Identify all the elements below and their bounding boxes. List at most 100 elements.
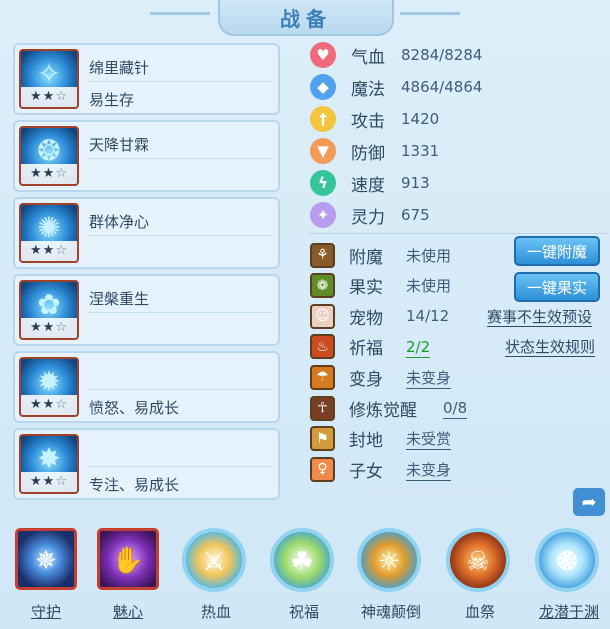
buff-value-wrap: 2/2: [406, 337, 431, 358]
stat-value: 913: [401, 174, 430, 192]
sword-icon: †: [310, 106, 336, 132]
shield-icon: ▼: [310, 138, 336, 164]
soul-swap-icon: ☼: [357, 528, 421, 592]
buff-row: ⚘ 附魔 未使用: [310, 240, 451, 270]
guard-orb-icon: ✵: [15, 528, 77, 590]
star-filled-icon: ★: [30, 89, 43, 104]
pray-icon: ♨: [310, 334, 335, 360]
buff-value-wrap: 未受赏: [406, 428, 452, 451]
skill-dock: ✵ 守护 ✋ 魅心 ⚔ 热血 ☘ 祝福 ☼ 神魂颠倒 ☠ 血祭 ❂ 龙潜于渊: [0, 522, 610, 629]
preset-link[interactable]: 赛事不生效预设: [487, 308, 593, 327]
divider: [87, 81, 272, 82]
star-rating: ★★☆: [21, 241, 77, 261]
skill-card[interactable]: ❂ ★★☆ 天降甘霖: [13, 120, 280, 192]
dock-skill[interactable]: ☼ 神魂颠倒: [355, 522, 427, 629]
buff-value[interactable]: 未变身: [406, 368, 452, 389]
buff-label: 子女: [349, 461, 383, 482]
blood-sacrifice-icon: ☠: [446, 528, 510, 592]
skill-description: 愤怒、易成长: [89, 399, 180, 417]
buff-value-wrap: 未使用: [406, 245, 451, 266]
stat-row: ◆ 魔法 4864/4864: [310, 72, 482, 102]
buff-value[interactable]: 2/2: [406, 337, 431, 358]
hot-blood-icon: ⚔: [182, 528, 246, 592]
star-filled-icon: ★: [42, 243, 56, 258]
dock-label: 祝福: [288, 603, 319, 621]
star-rating: ★★☆: [21, 395, 77, 415]
stat-value: 1331: [401, 142, 440, 160]
dock-skill[interactable]: ⚔ 热血: [180, 522, 252, 629]
buff-row: ❁ 果实 未使用: [310, 271, 451, 301]
stat-label: 速度: [351, 175, 385, 196]
skill-card[interactable]: ✿ ★★☆ 涅槃重生: [13, 274, 280, 346]
skill-description: 专注、易成长: [89, 476, 180, 494]
buff-row: ☂ 变身 未变身: [310, 362, 452, 392]
skill-card[interactable]: ✧ ★★☆ 绵里藏针 易生存: [13, 43, 280, 115]
divider: [87, 235, 272, 236]
dock-label: 魅心: [112, 603, 143, 621]
stat-value: 675: [401, 206, 430, 224]
buff-value[interactable]: 未变身: [406, 460, 452, 481]
star-empty-icon: ☆: [55, 397, 68, 412]
one-click-enchant-button[interactable]: 一键附魔: [514, 236, 600, 266]
buff-row: ☺ 宠物 14/12: [310, 301, 449, 331]
buff-value[interactable]: 未受赏: [406, 430, 452, 451]
star-filled-icon: ★: [42, 474, 56, 489]
dock-label: 神魂颠倒: [360, 603, 421, 621]
dock-skill[interactable]: ✋ 魅心: [92, 522, 164, 629]
star-filled-icon: ★: [42, 320, 56, 335]
diamond-icon: ◆: [310, 74, 336, 100]
purify-skill-icon: ✺ ★★☆: [19, 203, 79, 263]
skill-name: 绵里藏针: [89, 59, 150, 77]
star-empty-icon: ☆: [55, 320, 68, 335]
star-filled-icon: ★: [30, 474, 43, 489]
stat-row: ▼ 防御 1331: [310, 136, 439, 166]
dock-label: 守护: [30, 603, 61, 621]
pet-portrait-icon: ☺: [310, 303, 335, 329]
buff-label: 变身: [349, 369, 383, 390]
focus-skill-icon: ✸ ★★☆: [19, 434, 79, 494]
star-filled-icon: ★: [42, 89, 56, 104]
rage-skill-icon: ✹ ★★☆: [19, 357, 79, 417]
needle-skill-icon: ✧ ★★☆: [19, 49, 79, 109]
blessing-icon: ☘: [270, 528, 334, 592]
stat-value: 4864/4864: [401, 78, 483, 96]
charm-hand-icon: ✋: [97, 528, 159, 590]
buff-value[interactable]: 未使用: [406, 277, 451, 295]
star-filled-icon: ★: [42, 166, 56, 181]
buff-value[interactable]: 0/8: [443, 399, 468, 419]
star-rating: ★★☆: [21, 164, 77, 184]
title-bar: 战备: [218, 0, 394, 36]
dock-label: 龙潜于渊: [538, 603, 599, 621]
stat-row: ✦ 灵力 675: [310, 200, 430, 230]
star-rating: ★★☆: [21, 318, 77, 338]
stat-row: ♥ 气血 8284/8284: [310, 40, 482, 70]
star-filled-icon: ★: [30, 320, 43, 335]
divider: [87, 158, 272, 159]
divider: [87, 466, 272, 467]
skill-card[interactable]: ✺ ★★☆ 群体净心: [13, 197, 280, 269]
skill-card[interactable]: ✹ ★★☆ 愤怒、易成长: [13, 351, 280, 423]
dock-label: 血祭: [464, 603, 495, 621]
share-icon[interactable]: ➦: [573, 488, 605, 516]
battle-prep-panel: 战备 ✧ ★★☆ 绵里藏针 易生存 ❂ ★★☆ 天降甘霖 ✺ ★★☆ 群体净心 ✿ ★★☆ 涅槃重生 ✹ ★…: [0, 0, 610, 629]
stat-label: 攻击: [351, 111, 385, 132]
buff-value[interactable]: 14/12: [406, 307, 449, 325]
rules-link[interactable]: 状态生效规则: [505, 338, 596, 357]
dock-skill[interactable]: ✵ 守护: [10, 522, 82, 629]
star-rating: ★★☆: [21, 472, 77, 492]
buff-value[interactable]: 未使用: [406, 247, 451, 265]
buff-label: 宠物: [349, 308, 383, 329]
enchant-icon: ⚘: [310, 242, 335, 268]
skill-card[interactable]: ✸ ★★☆ 专注、易成长: [13, 428, 280, 500]
one-click-fruit-button[interactable]: 一键果实: [514, 272, 600, 302]
divider: [308, 233, 608, 234]
sparkle-icon: ✦: [310, 202, 336, 228]
fief-icon: ⚑: [310, 426, 335, 452]
stat-label: 灵力: [351, 207, 385, 228]
dock-skill[interactable]: ❂ 龙潜于渊: [533, 522, 605, 629]
star-filled-icon: ★: [30, 166, 43, 181]
stat-label: 防御: [351, 143, 385, 164]
child-icon: ♀: [310, 456, 335, 482]
dock-skill[interactable]: ☠ 血祭: [444, 522, 516, 629]
dock-skill[interactable]: ☘ 祝福: [268, 522, 340, 629]
